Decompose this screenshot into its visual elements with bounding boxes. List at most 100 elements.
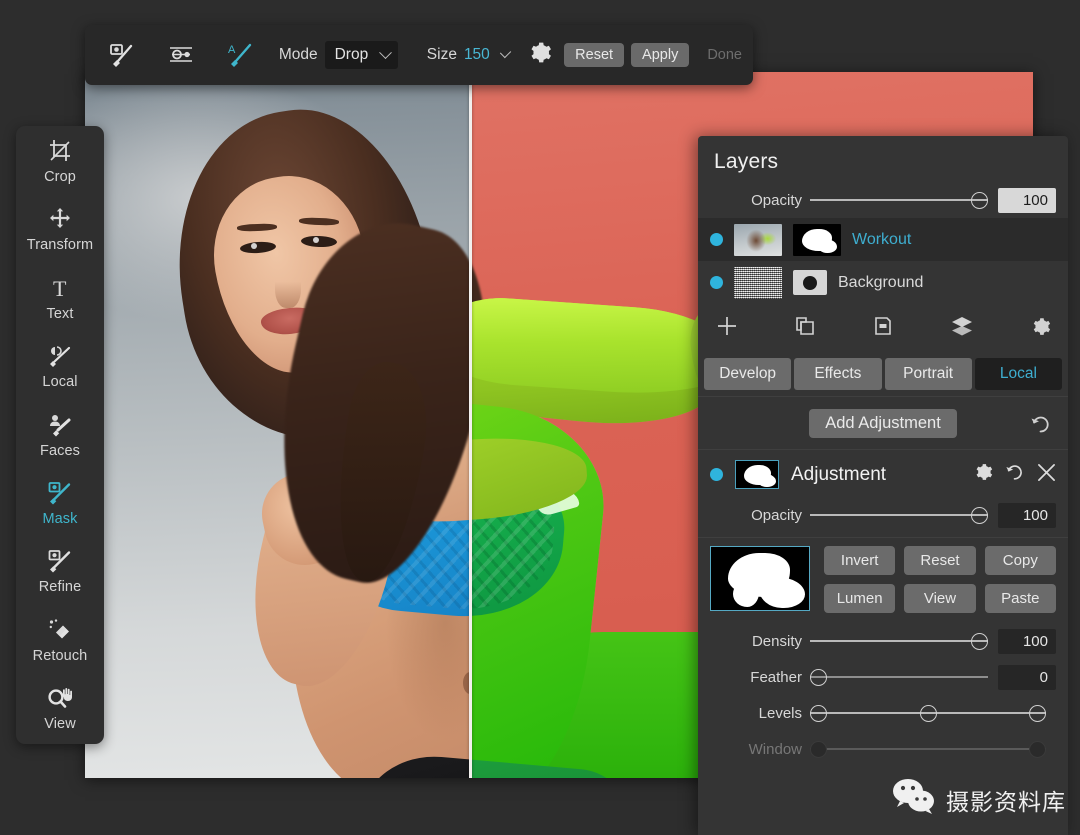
adjustment-gear-icon[interactable] [973,462,993,487]
density-value[interactable]: 100 [998,629,1056,654]
duplicate-layer-icon[interactable] [794,315,816,342]
add-adjustment-row: Add Adjustment [698,397,1068,449]
layers-panel: Layers Opacity 100 Workout Background [698,136,1068,835]
adjustment-opacity-value[interactable]: 100 [998,503,1056,528]
rail-label-view: View [44,716,76,732]
mask-preview[interactable] [710,546,810,611]
levels-row: Levels [698,695,1068,731]
close-icon[interactable] [1037,463,1056,487]
rail-item-faces[interactable]: Faces [16,412,104,459]
rail-item-transform[interactable]: Transform [16,206,104,253]
layer-thumbnail[interactable] [734,224,782,256]
rail-item-view[interactable]: View [16,685,104,732]
density-label: Density [710,633,802,650]
panel-title: Layers [698,136,1068,174]
rail-item-crop[interactable]: Crop [16,138,104,185]
mode-dropdown[interactable]: Drop [325,41,399,69]
panel-opacity-label: Opacity [710,192,802,209]
rail-label-crop: Crop [44,169,76,185]
feather-slider[interactable] [810,667,988,687]
feather-value[interactable]: 0 [998,665,1056,690]
invert-button[interactable]: Invert [824,546,895,575]
save-layer-icon[interactable] [872,315,894,342]
refine-brush-icon [48,548,72,574]
rail-item-text[interactable]: T Text [16,275,104,322]
apply-button[interactable]: Apply [631,43,689,67]
size-chevron-down-icon[interactable] [500,46,512,58]
lumen-button[interactable]: Lumen [824,584,895,613]
adjustment-mask-thumbnail[interactable] [735,460,779,489]
adjustment-title: Adjustment [791,464,961,486]
layer-row-workout[interactable]: Workout [698,218,1068,261]
rail-label-text: Text [47,306,74,322]
panel-opacity-slider[interactable] [810,190,988,210]
layer-row-background[interactable]: Background [698,261,1068,304]
layer-settings-icon[interactable] [1030,316,1051,342]
levels-slider[interactable] [810,703,1046,723]
adjustment-undo-icon[interactable] [1005,462,1025,487]
rail-label-mask: Mask [42,511,77,527]
panel-opacity-value[interactable]: 100 [998,188,1056,213]
mask-brush-icon[interactable] [107,40,137,70]
done-button[interactable]: Done [696,43,753,67]
ai-brush-icon[interactable]: A [225,40,255,70]
move-arrows-icon [48,206,72,232]
before-after-split-handle[interactable] [469,72,472,778]
chevron-down-icon [379,46,392,59]
window-label: Window [710,741,802,758]
mask-brush-icon [48,480,72,506]
reset-button[interactable]: Reset [564,43,624,67]
rail-item-mask[interactable]: Mask [16,480,104,527]
copy-button[interactable]: Copy [985,546,1056,575]
add-adjustment-button[interactable]: Add Adjustment [809,409,957,438]
levels-label: Levels [710,705,802,722]
layer-mask-thumbnail[interactable] [793,224,841,256]
rail-label-faces: Faces [40,443,80,459]
rail-item-local[interactable]: Local [16,343,104,390]
mode-value: Drop [335,46,369,64]
tab-effects[interactable]: Effects [794,358,881,390]
adjustment-visibility-dot[interactable] [710,468,723,481]
density-row: Density 100 [698,623,1068,659]
window-slider[interactable] [810,739,1046,759]
magnifier-hand-icon [47,685,73,711]
add-layer-icon[interactable] [716,315,738,342]
tab-local[interactable]: Local [975,358,1062,390]
view-button[interactable]: View [904,584,975,613]
tab-develop[interactable]: Develop [704,358,791,390]
layer-thumbnail[interactable] [734,267,782,299]
refine-slider-icon[interactable] [166,40,196,70]
svg-text:A: A [228,44,236,56]
local-brush-icon [48,343,72,369]
layer-name-workout[interactable]: Workout [852,231,911,249]
brush-toolbar: A Mode Drop Size 150 Reset Apply Done [85,25,753,85]
rail-label-transform: Transform [27,237,93,253]
layer-name-background[interactable]: Background [838,274,923,292]
rail-label-retouch: Retouch [33,648,88,664]
size-value[interactable]: 150 [464,46,490,64]
merge-layers-icon[interactable] [950,315,974,342]
adjustment-opacity-label: Opacity [710,507,802,524]
density-slider[interactable] [810,631,988,651]
layer-action-bar [698,304,1068,353]
gear-icon[interactable] [527,40,552,70]
text-t-icon: T [48,275,72,301]
svg-text:T: T [53,276,67,300]
rail-item-retouch[interactable]: Retouch [16,617,104,664]
rail-label-local: Local [42,374,77,390]
layer-visibility-dot[interactable] [710,276,723,289]
paste-button[interactable]: Paste [985,584,1056,613]
adjustment-opacity-row: Opacity 100 [698,497,1068,533]
layer-visibility-dot[interactable] [710,233,723,246]
layer-mask-thumbnail[interactable] [793,270,827,295]
app-root: A Mode Drop Size 150 Reset Apply Done [0,0,1080,835]
adjustment-opacity-slider[interactable] [810,505,988,525]
rail-item-refine[interactable]: Refine [16,548,104,595]
module-tabs: Develop Effects Portrait Local [698,353,1068,396]
undo-icon[interactable] [1030,413,1052,440]
mask-reset-button[interactable]: Reset [904,546,975,575]
mode-label: Mode [279,46,318,64]
tab-portrait[interactable]: Portrait [885,358,972,390]
size-label: Size [427,46,457,64]
feather-label: Feather [710,669,802,686]
